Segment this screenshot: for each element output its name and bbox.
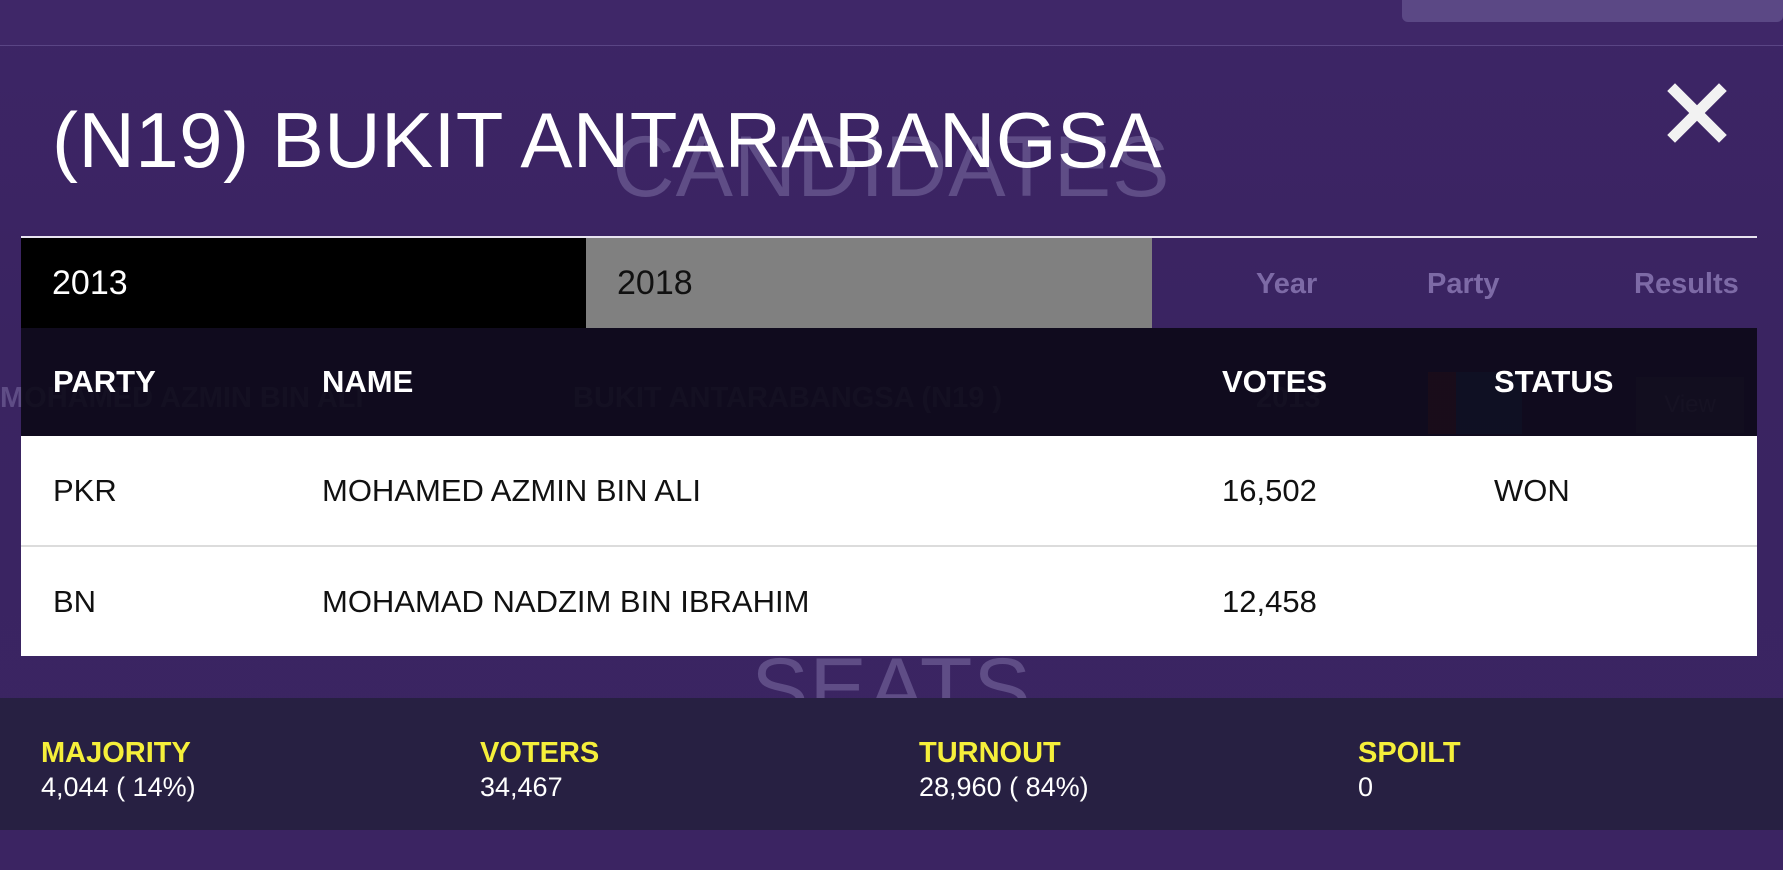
cell-status bbox=[1462, 545, 1757, 656]
background-column-results: Results bbox=[1634, 268, 1739, 300]
stat-turnout-label: TURNOUT bbox=[919, 737, 1061, 769]
results-table: PARTY NAME VOTES STATUS PKR MOHAMED AZMI… bbox=[21, 328, 1757, 656]
stat-majority-value: 4,044 ( 14%) bbox=[41, 772, 196, 802]
stat-majority: MAJORITY 4,044 ( 14%) bbox=[41, 736, 196, 804]
table-header-row: PARTY NAME VOTES STATUS bbox=[21, 328, 1757, 436]
stat-voters-value: 34,467 bbox=[480, 772, 563, 802]
stat-majority-label: MAJORITY bbox=[41, 737, 191, 769]
stat-turnout: TURNOUT 28,960 ( 84%) bbox=[919, 736, 1089, 804]
tab-2013[interactable]: 2013 bbox=[21, 238, 586, 328]
cell-name: MOHAMED AZMIN BIN ALI bbox=[322, 472, 701, 508]
background-search-box bbox=[1402, 0, 1783, 22]
stat-spoilt-value: 0 bbox=[1358, 772, 1374, 802]
header-party: PARTY bbox=[53, 364, 156, 399]
stat-turnout-value: 28,960 ( 84%) bbox=[919, 772, 1089, 802]
cell-votes: 12,458 bbox=[1190, 545, 1462, 656]
cell-name: MOHAMAD NADZIM BIN IBRAHIM bbox=[290, 545, 1190, 656]
stat-voters: VOTERS 34,467 bbox=[480, 736, 599, 804]
cell-status: WON bbox=[1494, 472, 1570, 508]
background-column-party: Party bbox=[1427, 268, 1500, 300]
background-column-year: Year bbox=[1256, 268, 1318, 300]
modal-title: (N19) BUKIT ANTARABANGSA bbox=[52, 96, 1163, 184]
page: CANDIDATES Year Party Results MOHAMED AZ… bbox=[0, 0, 1783, 870]
header-name: NAME bbox=[322, 364, 414, 399]
close-x-icon bbox=[1667, 83, 1727, 143]
cell-party: BN bbox=[21, 545, 290, 656]
stat-voters-label: VOTERS bbox=[480, 737, 600, 769]
stat-spoilt-label: SPOILT bbox=[1358, 737, 1461, 769]
header-votes: VOTES bbox=[1222, 364, 1328, 399]
header-status: STATUS bbox=[1494, 364, 1614, 399]
year-tabs: 2013 2018 bbox=[21, 238, 1152, 328]
cell-party: PKR bbox=[53, 472, 117, 508]
stat-spoilt: SPOILT 0 bbox=[1358, 736, 1461, 804]
close-icon[interactable] bbox=[1666, 82, 1728, 144]
cell-votes: 16,502 bbox=[1222, 472, 1317, 508]
tab-2018[interactable]: 2018 bbox=[586, 238, 1152, 328]
table-row: BN MOHAMAD NADZIM BIN IBRAHIM 12,458 bbox=[21, 545, 1757, 656]
background-bottom-strip bbox=[0, 830, 1783, 870]
table-row: PKR MOHAMED AZMIN BIN ALI 16,502 WON bbox=[21, 436, 1757, 546]
stats-bar: MAJORITY 4,044 ( 14%) VOTERS 34,467 TURN… bbox=[0, 698, 1783, 830]
